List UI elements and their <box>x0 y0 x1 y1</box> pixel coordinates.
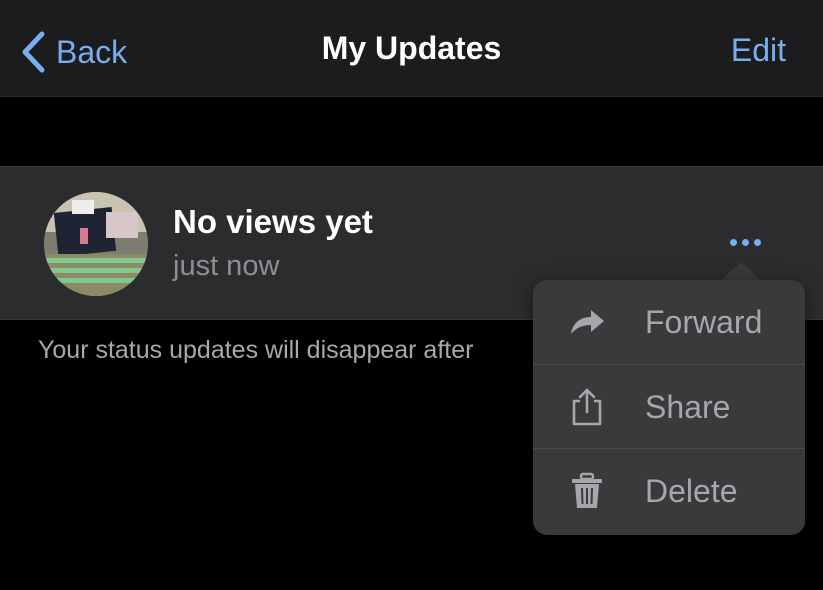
menu-item-forward[interactable]: Forward <box>533 280 805 364</box>
menu-item-share[interactable]: Share <box>533 364 805 449</box>
menu-label-delete: Delete <box>645 473 738 509</box>
forward-icon <box>571 310 604 334</box>
edit-button[interactable]: Edit <box>731 32 786 69</box>
status-image <box>44 192 148 296</box>
trash-icon <box>572 472 602 508</box>
more-dot-icon <box>729 238 737 246</box>
status-thumbnail[interactable] <box>44 192 148 296</box>
share-icon <box>572 388 602 426</box>
status-title: No views yet <box>173 203 373 240</box>
more-dot-icon <box>741 238 749 246</box>
menu-item-delete[interactable]: Delete <box>533 448 805 533</box>
disappear-note: Your status updates will disappear after <box>38 336 474 364</box>
more-dot-icon <box>753 238 761 246</box>
menu-pointer <box>719 262 763 282</box>
navigation-bar: Back My Updates Edit <box>0 0 823 97</box>
page-title: My Updates <box>321 30 502 66</box>
status-timestamp: just now <box>173 250 280 282</box>
menu-label-forward: Forward <box>645 304 763 340</box>
menu-label-share: Share <box>645 389 731 425</box>
context-menu: Forward Share Delete <box>533 280 805 535</box>
more-options-button[interactable] <box>720 232 770 252</box>
